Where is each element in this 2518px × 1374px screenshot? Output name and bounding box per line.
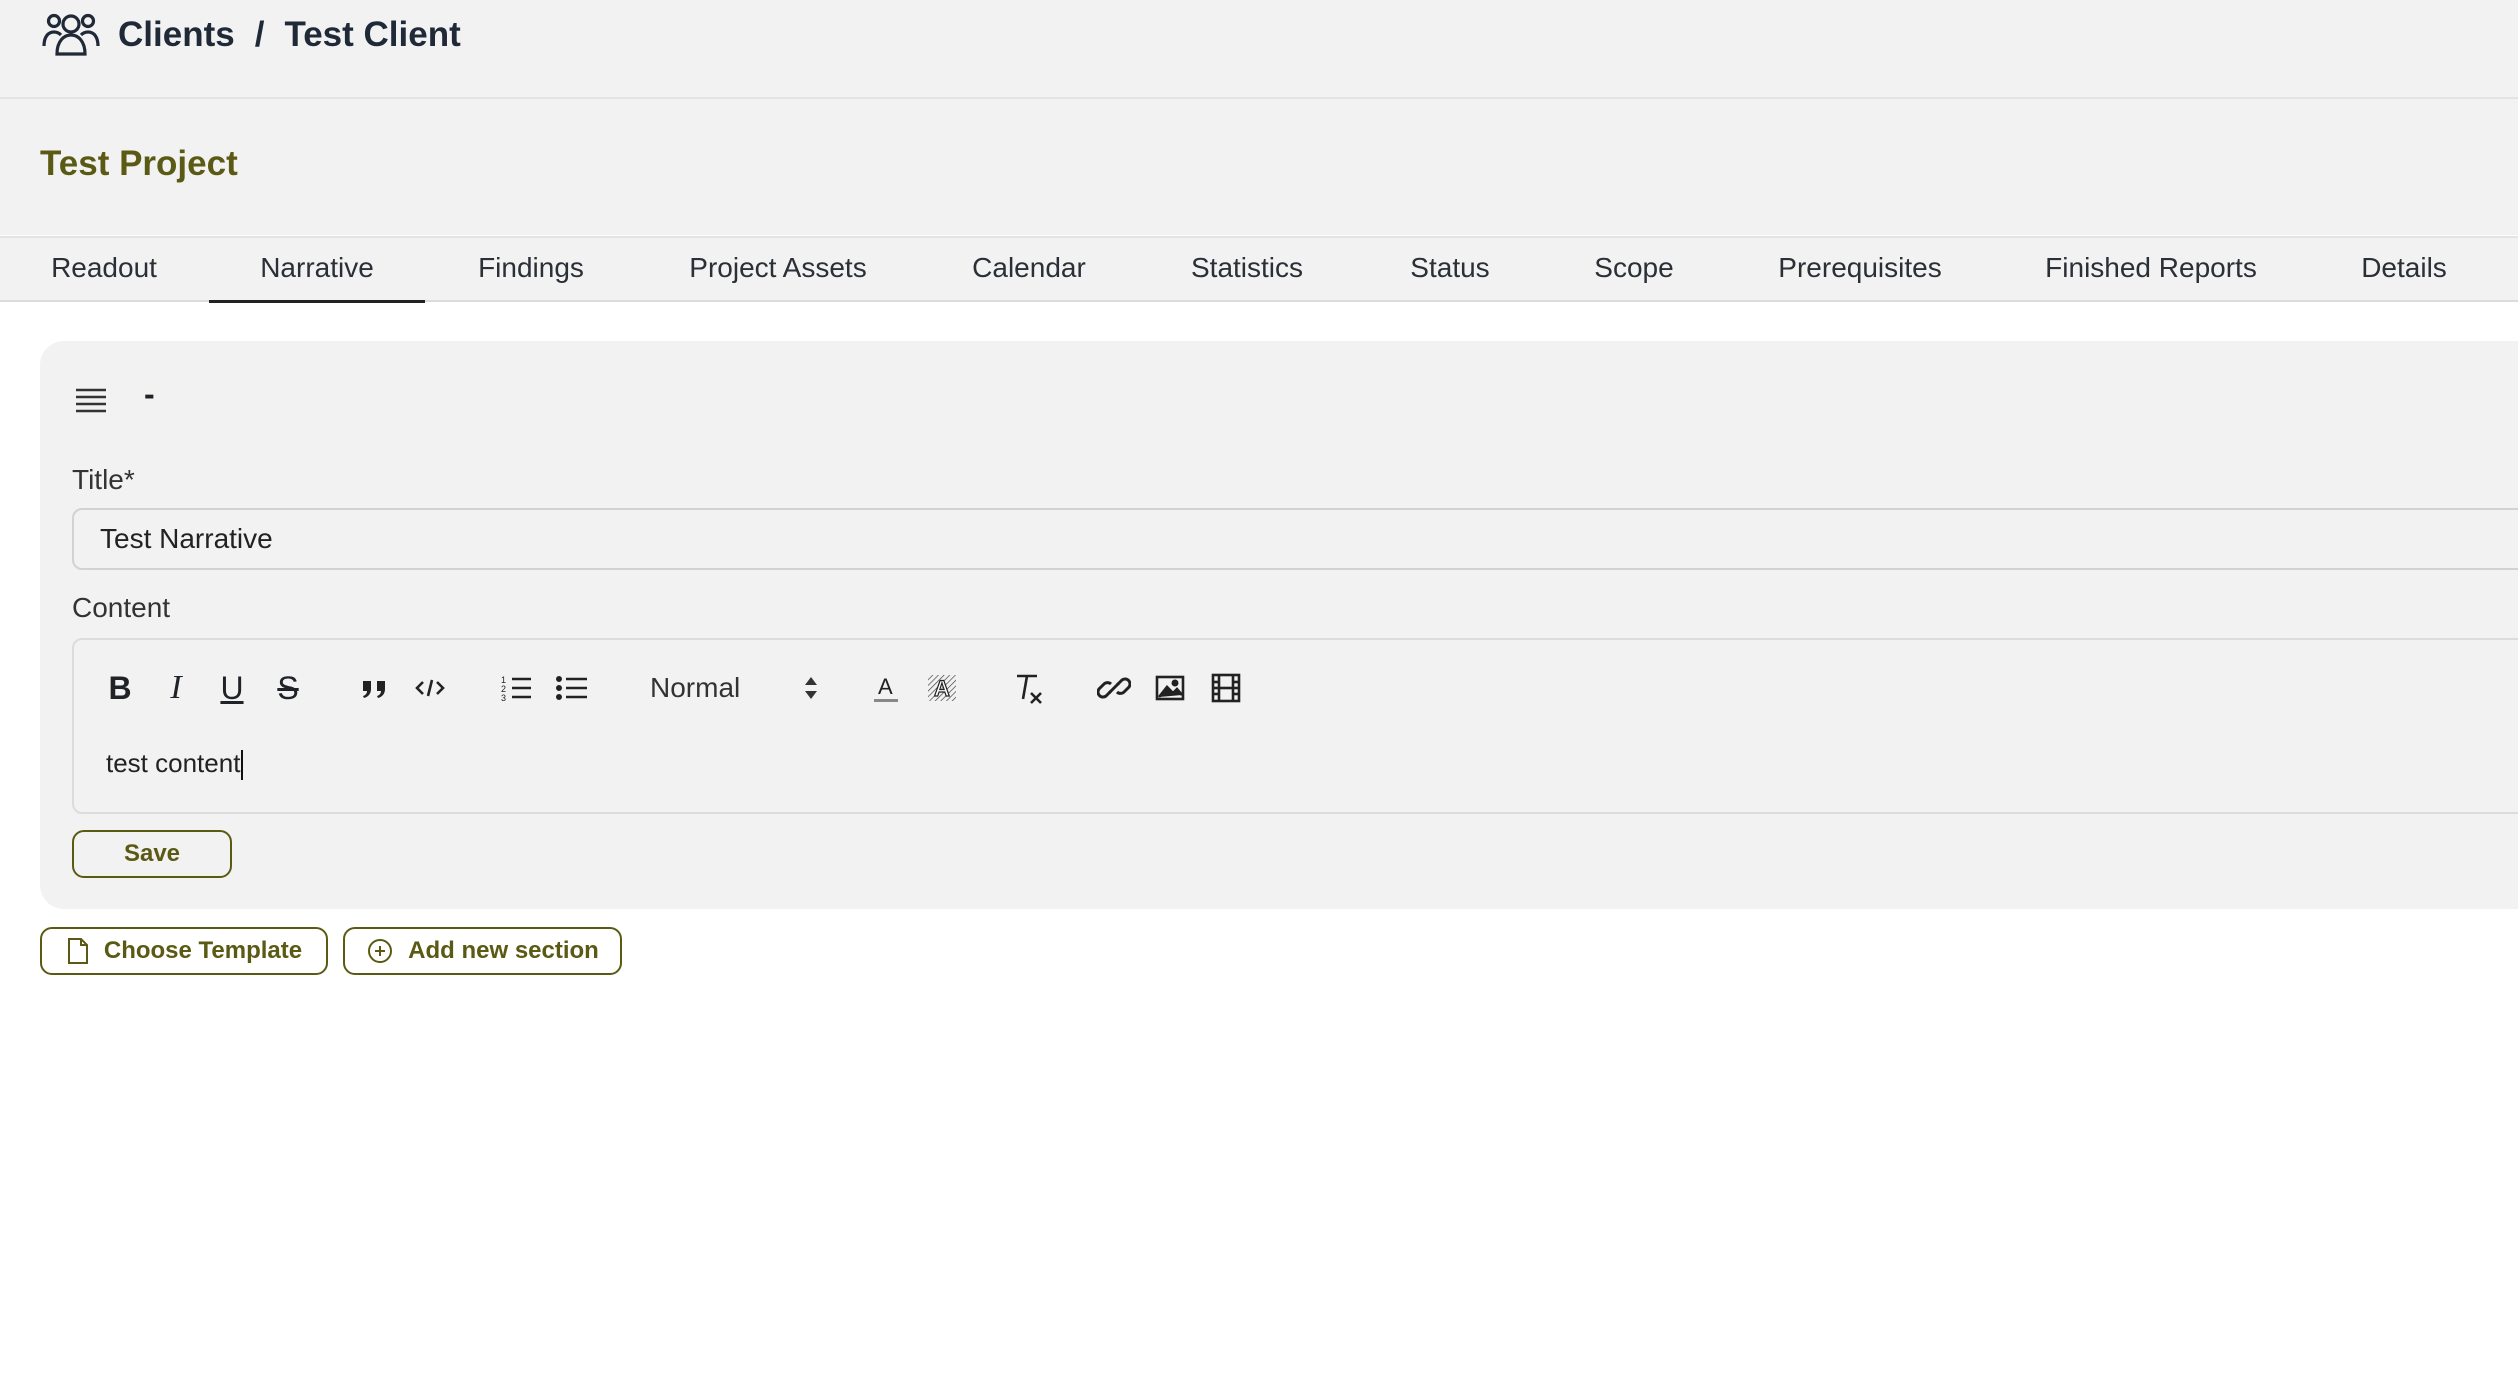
svg-text:A: A xyxy=(934,676,950,701)
tab-findings[interactable]: Findings xyxy=(446,238,616,300)
text-cursor xyxy=(241,750,244,781)
bullet-list-icon xyxy=(556,675,587,701)
heading-select-value: Normal xyxy=(650,672,741,703)
editor-text: test content xyxy=(106,748,241,778)
strikethrough-button[interactable]: S xyxy=(268,668,308,708)
plus-circle-icon xyxy=(368,939,393,963)
clear-format-button[interactable] xyxy=(1008,668,1048,708)
tab-details[interactable]: Details xyxy=(2342,238,2466,300)
tab-status[interactable]: Status xyxy=(1380,238,1520,300)
tab-calendar[interactable]: Calendar xyxy=(944,238,1114,300)
strikethrough-icon: S xyxy=(277,669,299,706)
code-icon xyxy=(415,679,445,697)
tab-finished-reports[interactable]: Finished Reports xyxy=(2034,238,2268,300)
ordered-list-button[interactable]: 1 2 3 xyxy=(496,668,536,708)
film-icon xyxy=(1211,673,1241,703)
code-block-button[interactable] xyxy=(410,668,450,708)
tab-narrative[interactable]: Narrative xyxy=(209,238,425,303)
tab-scope[interactable]: Scope xyxy=(1570,238,1698,300)
text-color-button[interactable]: A xyxy=(866,668,906,708)
users-icon xyxy=(42,8,100,62)
text-color-icon: A xyxy=(874,674,898,702)
italic-icon: I xyxy=(170,669,182,706)
project-header xyxy=(0,99,2518,235)
title-input[interactable] xyxy=(72,508,2518,570)
italic-button[interactable]: I xyxy=(156,668,196,708)
file-icon xyxy=(67,938,88,964)
title-label: Title* xyxy=(72,464,135,495)
link-button[interactable] xyxy=(1094,668,1134,708)
quote-icon xyxy=(363,681,385,698)
ordered-list-icon: 1 2 3 xyxy=(501,675,531,703)
project-title: Test Project xyxy=(40,144,238,183)
tab-statistics[interactable]: Statistics xyxy=(1166,238,1328,300)
updown-icon xyxy=(805,677,817,699)
choose-template-button[interactable]: Choose Template xyxy=(40,927,328,975)
bold-icon: B xyxy=(108,669,132,706)
add-new-section-label: Add new section xyxy=(408,937,599,964)
collapse-button[interactable]: - xyxy=(144,376,155,413)
tab-prerequisites[interactable]: Prerequisites xyxy=(1760,238,1960,300)
background-color-button[interactable]: A xyxy=(922,668,962,708)
blockquote-button[interactable] xyxy=(354,668,394,708)
svg-text:3: 3 xyxy=(501,693,506,703)
heading-select[interactable]: Normal xyxy=(650,668,820,708)
background-color-icon: A xyxy=(928,675,956,702)
rich-text-editor[interactable]: B I U S 1 2 3 Normal A A test content xyxy=(72,638,2518,814)
video-button[interactable] xyxy=(1206,668,1246,708)
svg-text:A: A xyxy=(878,674,893,699)
tab-readout[interactable]: Readout xyxy=(18,238,190,300)
menu-icon[interactable] xyxy=(74,384,108,418)
underline-icon: U xyxy=(220,669,244,706)
breadcrumb: Clients / Test Client xyxy=(42,6,461,64)
add-new-section-button[interactable]: Add new section xyxy=(343,927,622,975)
top-bar: Clients / Test Client xyxy=(0,0,2518,99)
breadcrumb-separator: / xyxy=(254,15,265,54)
image-button[interactable] xyxy=(1150,668,1190,708)
project-tabs: Readout Narrative Findings Project Asset… xyxy=(0,236,2518,303)
bold-button[interactable]: B xyxy=(100,668,140,708)
clear-format-icon xyxy=(1017,674,1042,704)
link-icon xyxy=(1097,677,1131,699)
breadcrumb-clients-link[interactable]: Clients xyxy=(118,15,235,55)
tab-project-assets[interactable]: Project Assets xyxy=(664,238,892,300)
choose-template-label: Choose Template xyxy=(103,937,303,964)
editor-content[interactable]: test content xyxy=(106,748,244,781)
underline-button[interactable]: U xyxy=(212,668,252,708)
content-label: Content xyxy=(72,592,171,623)
bullet-list-button[interactable] xyxy=(552,668,592,708)
image-icon xyxy=(1155,675,1185,701)
breadcrumb-current: Test Client xyxy=(284,15,461,54)
narrative-section-card xyxy=(40,341,2518,909)
save-button[interactable]: Save xyxy=(72,830,232,878)
